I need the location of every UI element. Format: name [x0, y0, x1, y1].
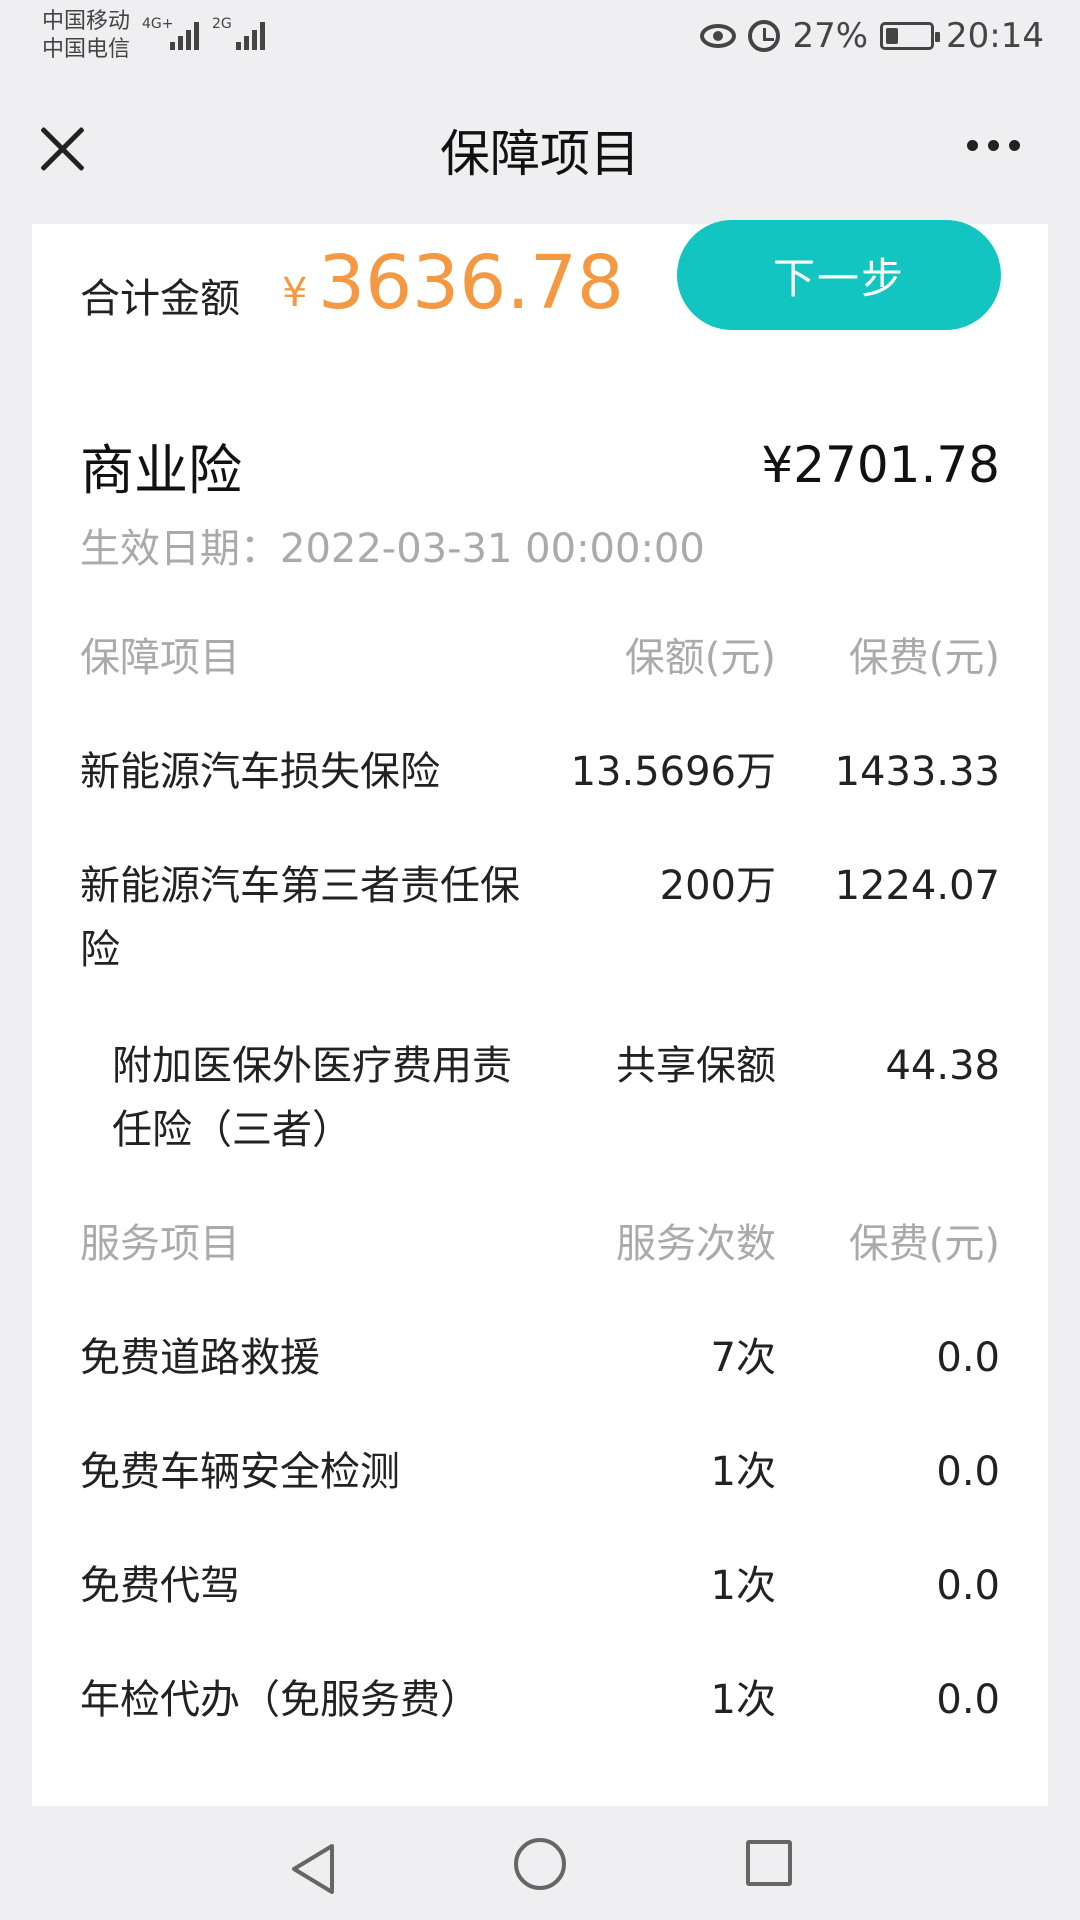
coverage-premium: 44.38: [885, 1043, 1000, 1089]
service-premium: 0.0: [936, 1677, 1000, 1723]
service-name: 免费代驾: [80, 1563, 240, 1609]
service-name: 免费道路救援: [80, 1335, 320, 1381]
clock: 20:14: [946, 16, 1044, 56]
service-name: 年检代办（免服务费）: [80, 1677, 480, 1723]
carrier-info: 中国移动 中国电信: [42, 8, 130, 64]
page-title: 保障项目: [440, 125, 640, 183]
eye-comfort-icon: [700, 24, 737, 48]
coverage-premium: 1224.07: [834, 863, 1000, 909]
network-type-1: 4G+: [142, 16, 174, 32]
service-premium: 0.0: [936, 1563, 1000, 1609]
service-name: 免费车辆安全检测: [80, 1449, 400, 1495]
coverage-name: 新能源汽车第三者责任保险: [80, 863, 520, 973]
title-bar: 保障项目: [0, 78, 1080, 224]
service-premium: 0.0: [936, 1449, 1000, 1495]
status-bar: 中国移动 中国电信 4G+ 2G 27% 20:14: [0, 0, 1080, 78]
coverage-header-amount: 保额(元): [624, 635, 776, 681]
alarm-icon: [748, 20, 781, 52]
coverage-header-item: 保障项目: [80, 635, 240, 681]
currency-symbol: ¥: [282, 270, 308, 316]
next-step-button[interactable]: 下一步: [677, 220, 1001, 330]
coverage-header-premium: 保费(元): [848, 635, 1000, 681]
network-type-2: 2G: [212, 16, 232, 32]
commercial-amount: ¥2701.78: [761, 436, 1000, 494]
total-label: 合计金额: [80, 276, 240, 322]
content-card: 合计金额 ¥ 3636.78 下一步 商业险 ¥2701.78 生效日期：202…: [32, 220, 1048, 1806]
coverage-amount: 13.5696万: [570, 749, 776, 795]
recent-apps-icon[interactable]: [746, 1840, 792, 1886]
system-nav-bar: [0, 1806, 1080, 1920]
service-header-premium: 保费(元): [848, 1221, 1000, 1267]
more-options-icon[interactable]: [967, 140, 1020, 151]
service-times: 1次: [710, 1449, 776, 1495]
coverage-amount: 共享保额: [616, 1043, 776, 1089]
battery-icon: [880, 22, 941, 50]
service-premium: 0.0: [936, 1335, 1000, 1381]
signal-bars-2-icon: [236, 18, 265, 50]
service-times: 7次: [710, 1335, 776, 1381]
total-amount: 3636.78: [318, 240, 625, 326]
carrier-1: 中国移动: [42, 9, 131, 34]
status-right: 27% 20:14: [700, 16, 1044, 56]
service-times: 1次: [710, 1677, 776, 1723]
coverage-name: 新能源汽车损失保险: [80, 749, 440, 795]
coverage-premium: 1433.33: [834, 749, 1000, 795]
effective-date: 生效日期：2022-03-31 00:00:00: [80, 526, 705, 572]
battery-percent: 27%: [792, 16, 869, 56]
signal-bars-1-icon: [170, 18, 199, 50]
carrier-2: 中国电信: [42, 37, 131, 62]
service-times: 1次: [710, 1563, 776, 1609]
home-circle-icon[interactable]: [514, 1838, 566, 1890]
coverage-amount: 200万: [659, 863, 776, 909]
service-header-item: 服务项目: [80, 1221, 240, 1267]
coverage-name: 附加医保外医疗费用责任险（三者）: [112, 1043, 512, 1153]
section-title-commercial: 商业险: [80, 439, 242, 502]
service-header-times: 服务次数: [616, 1221, 776, 1267]
